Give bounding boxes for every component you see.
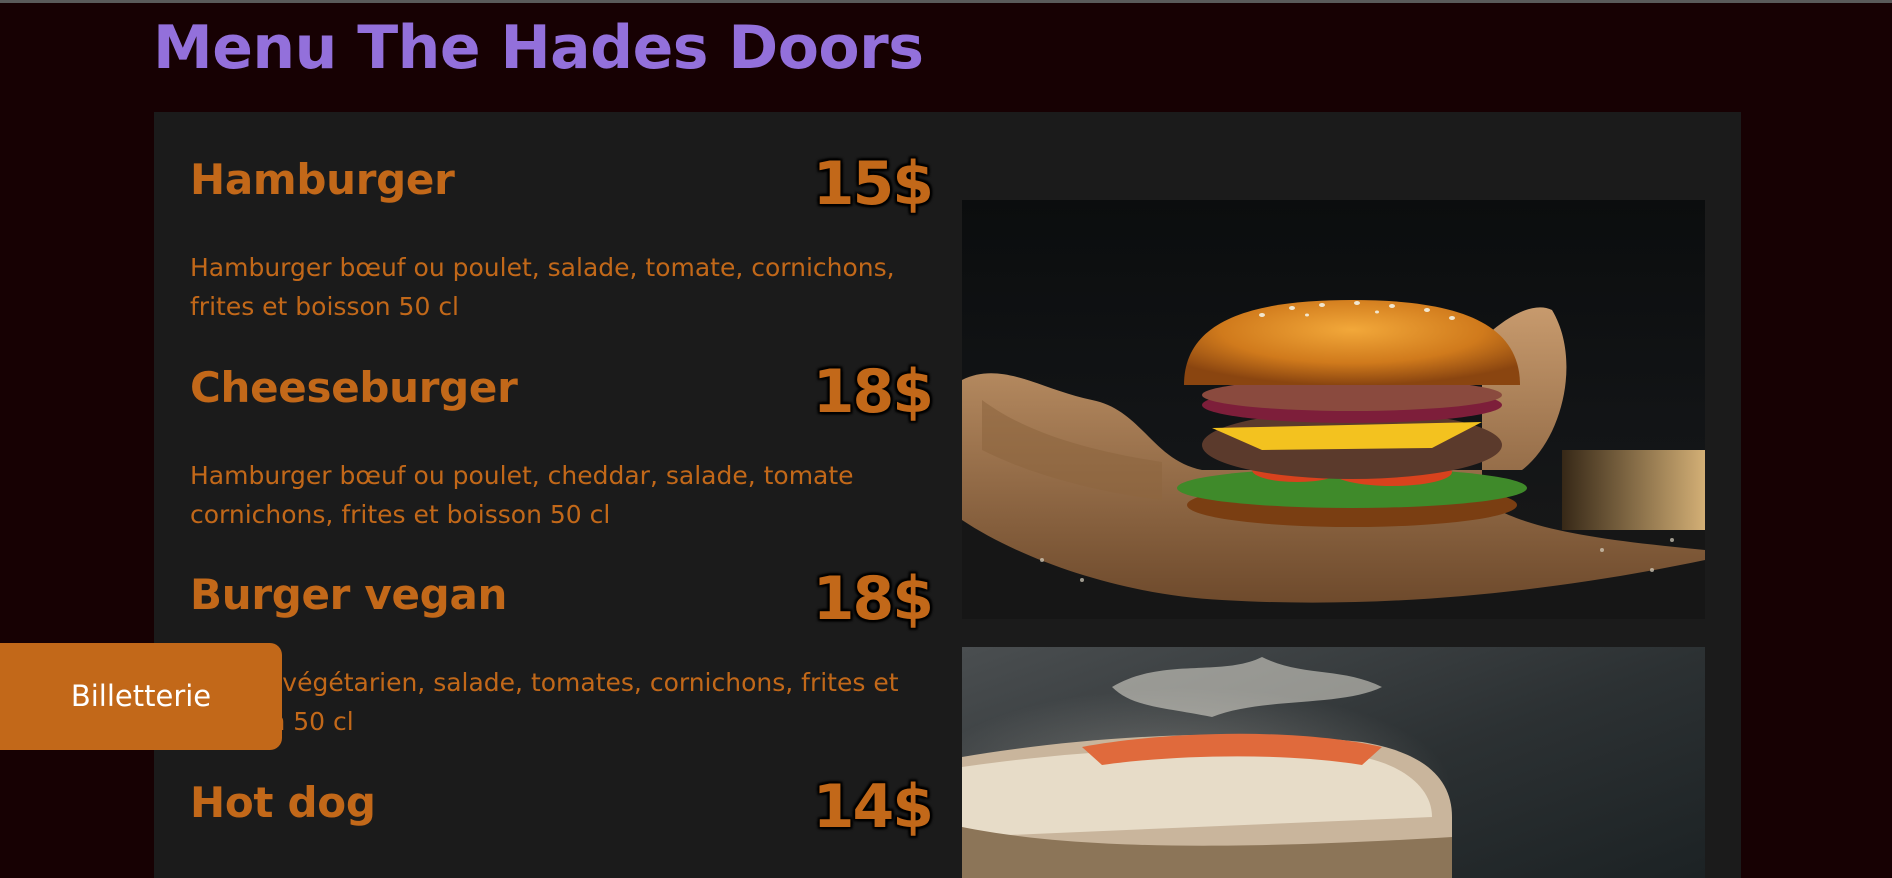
menu-item-price: 15$ — [812, 149, 934, 219]
burger-photo — [962, 200, 1705, 619]
menu-item-description: Hamburger bœuf ou poulet, salade, tomate… — [190, 253, 895, 321]
pizza-photo — [962, 647, 1705, 878]
menu-item-price: 18$ — [812, 564, 934, 634]
menu-item-cheeseburger: Cheeseburger 18$ Hamburger bœuf ou poule… — [190, 359, 934, 533]
menu-item-price: 18$ — [812, 357, 934, 427]
menu-item-description: Burger végétarien, salade, tomates, corn… — [190, 668, 899, 736]
billetterie-button[interactable]: Billetterie — [0, 643, 282, 750]
menu-item-description: Hamburger bœuf ou poulet, cheddar, salad… — [190, 461, 854, 529]
menu-item-hamburger: Hamburger 15$ Hamburger bœuf ou poulet, … — [190, 151, 934, 325]
menu-item-name: Burger vegan — [190, 570, 508, 619]
page-title: Menu The Hades Doors — [153, 13, 924, 83]
menu-item-name: Hamburger — [190, 155, 455, 204]
top-border — [0, 0, 1892, 3]
pizza-illustration — [962, 657, 1452, 878]
burger-illustration — [962, 300, 1705, 619]
menu-item-hot-dog: Hot dog 14$ — [190, 774, 934, 868]
menu-item-name: Hot dog — [190, 778, 376, 827]
menu-item-name: Cheeseburger — [190, 363, 518, 412]
menu-item-burger-vegan: Burger vegan 18$ Burger végétarien, sala… — [190, 566, 934, 740]
menu-item-price: 14$ — [812, 772, 934, 842]
